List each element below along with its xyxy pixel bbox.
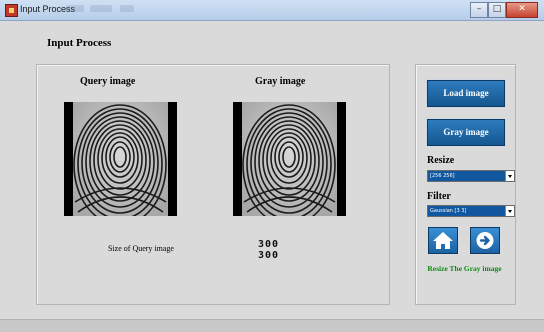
fingerprint-icon	[242, 102, 337, 216]
title-bar: Input Process – □ ✕	[0, 0, 544, 21]
menu-ghost	[90, 5, 112, 12]
query-image-title: Query image	[80, 76, 136, 87]
filter-value: Gaussian [3 3]	[430, 208, 467, 214]
gray-image	[233, 102, 346, 216]
menu-ghost	[120, 5, 134, 12]
fingerprint-icon	[73, 102, 168, 216]
window-controls: – □ ✕	[470, 2, 538, 18]
size-width-value: 300	[258, 239, 280, 250]
chevron-down-icon[interactable]	[505, 206, 514, 216]
status-message: Resize The Gray image	[427, 264, 502, 273]
load-image-button[interactable]: Load image	[427, 80, 505, 107]
size-height-value: 300	[258, 250, 280, 261]
maximize-button[interactable]: □	[488, 2, 506, 18]
query-image	[64, 102, 177, 216]
resize-label: Resize	[427, 155, 455, 166]
home-icon	[433, 232, 453, 249]
chevron-down-icon[interactable]	[505, 171, 514, 181]
home-button[interactable]	[428, 227, 458, 254]
minimize-button[interactable]: –	[470, 2, 488, 18]
size-label: Size of Query image	[108, 244, 174, 253]
resize-value: [256 256]	[430, 173, 455, 179]
arrow-right-icon	[476, 232, 494, 249]
filter-dropdown[interactable]: Gaussian [3 3]	[427, 205, 515, 217]
close-button[interactable]: ✕	[506, 2, 538, 18]
bottom-strip	[0, 319, 544, 332]
menu-ghost	[66, 5, 84, 12]
gray-image-title: Gray image	[255, 76, 306, 87]
gray-image-button[interactable]: Gray image	[427, 119, 505, 146]
resize-dropdown[interactable]: [256 256]	[427, 170, 515, 182]
app-window: Input Process – □ ✕ Input Process Query …	[0, 0, 544, 332]
page-title: Input Process	[47, 37, 112, 49]
next-button[interactable]	[470, 227, 500, 254]
app-icon	[5, 4, 18, 17]
filter-label: Filter	[427, 191, 451, 202]
